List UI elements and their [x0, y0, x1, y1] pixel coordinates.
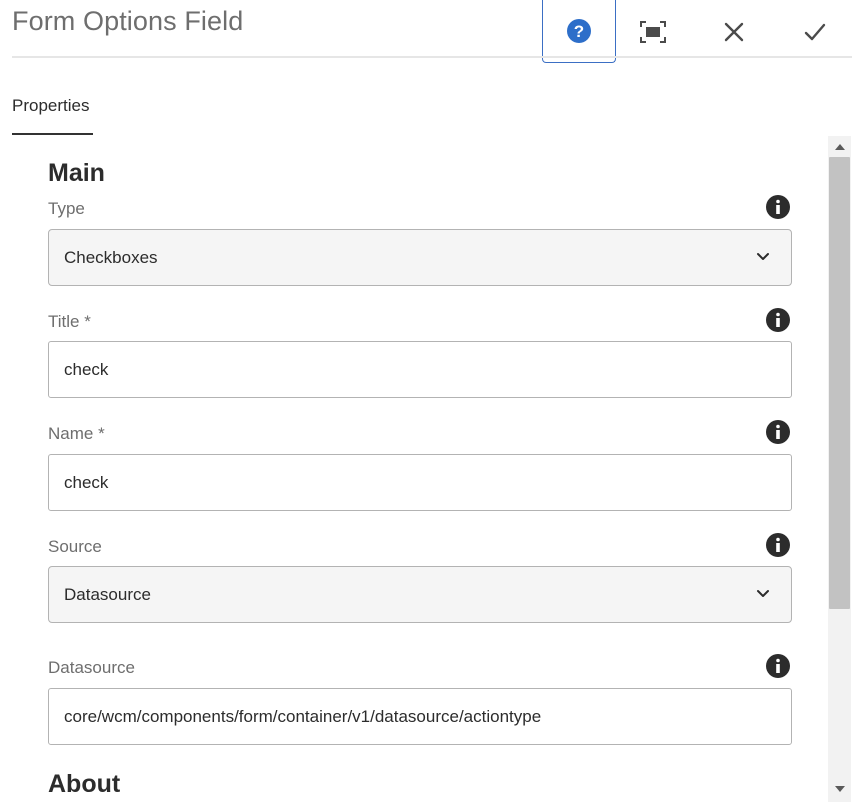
tab-properties[interactable]: Properties [12, 96, 89, 136]
close-button[interactable] [697, 0, 771, 63]
help-circle-icon: ? [567, 19, 591, 43]
fullscreen-icon [640, 20, 666, 43]
svg-text:?: ? [574, 22, 584, 41]
info-icon[interactable] [766, 308, 790, 332]
name-label: Name * [48, 424, 105, 443]
dialog-title: Form Options Field [12, 6, 244, 36]
datasource-label: Datasource [48, 658, 135, 677]
datasource-input-value: core/wcm/components/form/container/v1/da… [64, 706, 542, 726]
close-icon [724, 22, 744, 41]
tab-active-indicator [12, 133, 93, 135]
source-label: Source [48, 537, 102, 556]
scroll-down-arrow-icon [834, 786, 845, 792]
done-button[interactable] [778, 0, 852, 63]
scroll-down-button[interactable] [829, 780, 850, 798]
help-button[interactable]: ? [542, 0, 616, 63]
checkmark-icon [804, 23, 826, 40]
dialog-header: Form Options Field ? [0, 0, 854, 64]
scroll-up-button[interactable] [829, 138, 850, 156]
info-icon[interactable] [766, 420, 790, 444]
fullscreen-button[interactable] [616, 0, 690, 63]
info-icon[interactable] [766, 533, 790, 557]
section-title-about: About [48, 770, 121, 798]
info-icon[interactable] [766, 195, 790, 219]
header-divider [12, 56, 852, 58]
title-input[interactable]: check [48, 341, 792, 398]
type-select[interactable]: Checkboxes [48, 229, 792, 286]
info-icon[interactable] [766, 654, 790, 678]
type-select-value: Checkboxes [64, 247, 158, 267]
title-input-value: check [64, 359, 109, 379]
datasource-input[interactable]: core/wcm/components/form/container/v1/da… [48, 688, 792, 745]
title-label: Title * [48, 312, 91, 331]
type-label: Type [48, 199, 85, 218]
source-select-value: Datasource [64, 584, 151, 604]
name-input-value: check [64, 472, 109, 492]
scroll-up-arrow-icon [834, 144, 845, 150]
source-select[interactable]: Datasource [48, 566, 792, 623]
chevron-down-icon [757, 590, 769, 597]
chevron-down-icon [757, 253, 769, 260]
scrollbar-thumb[interactable] [829, 157, 850, 609]
section-title-main: Main [48, 159, 105, 187]
name-input[interactable]: check [48, 454, 792, 511]
